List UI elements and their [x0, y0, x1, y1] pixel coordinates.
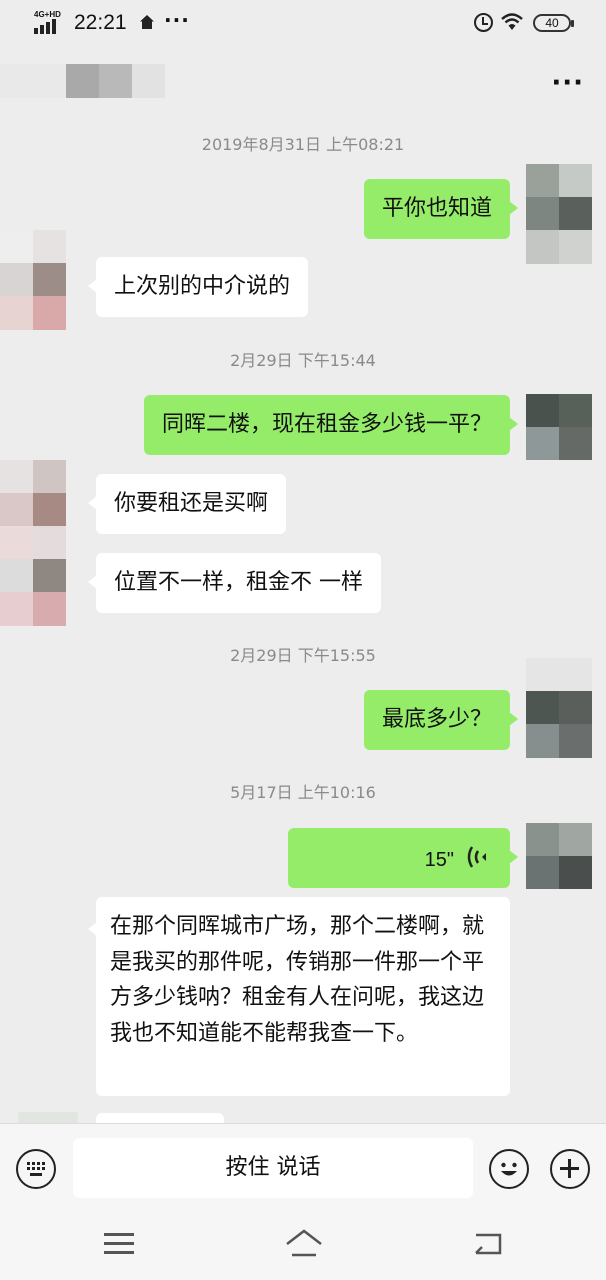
input-bar: 按住 说话 — [0, 1123, 606, 1213]
network-type: 4G+HD — [34, 10, 61, 19]
home-button[interactable] — [284, 1227, 324, 1261]
self-avatar[interactable] — [526, 394, 592, 460]
add-attachment-button[interactable] — [550, 1149, 590, 1189]
message-timestamp: 2月29日 下午15:44 — [230, 351, 376, 370]
voice-wave-icon — [467, 846, 486, 868]
contact-avatar[interactable] — [0, 230, 66, 330]
back-button[interactable] — [472, 1229, 504, 1259]
message-text: 平你也知道 — [381, 196, 492, 221]
hold-to-talk-button[interactable]: 按住 说话 — [73, 1138, 473, 1198]
self-avatar[interactable] — [526, 658, 592, 758]
message-text: 上次别的中介说的 — [114, 274, 291, 299]
contact-avatar[interactable] — [18, 1112, 78, 1123]
message-text: 位置不一样，租金不 一样 — [114, 570, 363, 595]
message-text: 你要租还是买啊 — [114, 491, 269, 516]
message-bubble-received[interactable]: 位置不一样，租金不 一样 — [88, 553, 381, 613]
message-bubble-received[interactable]: 上次别的中介说的 — [87, 257, 309, 317]
voice-duration: 15" — [424, 849, 454, 871]
home-status-icon — [140, 15, 154, 29]
emoji-button[interactable] — [489, 1149, 529, 1189]
message-text: 在那个同晖城市广场，那个二楼啊，就是我买的那件呢，传销那一件那一个平方多少钱呐？… — [110, 914, 485, 1046]
message-bubble-received-partial[interactable] — [96, 1113, 224, 1123]
message-bubble-sent[interactable]: 最底多少？ — [363, 690, 519, 750]
keyboard-icon — [27, 1162, 45, 1176]
wifi-icon — [501, 13, 523, 30]
message-text: 同晖二楼，现在租金多少钱一平？ — [161, 412, 492, 437]
contact-avatar[interactable] — [0, 460, 66, 526]
recent-apps-button[interactable] — [104, 1233, 134, 1255]
self-avatar[interactable] — [526, 823, 592, 889]
chat-header: ··· — [0, 50, 606, 120]
keyboard-toggle-button[interactable] — [16, 1149, 56, 1189]
message-bubble-sent[interactable]: 平你也知道 — [363, 179, 519, 239]
system-nav-bar — [0, 1213, 606, 1280]
message-timestamp: 2019年8月31日 上午08:21 — [201, 135, 405, 154]
message-bubble-sent[interactable]: 同晖二楼，现在租金多少钱一平？ — [143, 395, 519, 455]
battery-indicator: 40 — [533, 14, 574, 32]
smiley-icon — [501, 1162, 517, 1176]
signal-icon: 4G+HD — [32, 10, 66, 34]
message-timestamp: 5月17日 上午10:16 — [230, 783, 376, 802]
message-text: 最底多少？ — [381, 707, 492, 732]
notification-more-icon: ··· — [164, 8, 190, 32]
message-bubble-received[interactable]: 在那个同晖城市广场，那个二楼啊，就是我买的那件呢，传销那一件那一个平方多少钱呐？… — [88, 897, 510, 1096]
voice-message-bubble[interactable]: 15" — [288, 828, 518, 888]
self-avatar[interactable] — [526, 164, 592, 264]
clock: 22:21 — [74, 11, 127, 34]
status-bar: 4G+HD 22:21 ··· 40 — [0, 0, 606, 50]
more-options-button[interactable]: ··· — [551, 68, 584, 98]
contact-avatar[interactable] — [0, 526, 66, 626]
contact-name-blurred — [0, 64, 165, 98]
message-bubble-received[interactable]: 你要租还是买啊 — [87, 474, 287, 534]
alarm-icon — [474, 13, 493, 32]
message-timestamp: 2月29日 下午15:55 — [230, 646, 376, 665]
